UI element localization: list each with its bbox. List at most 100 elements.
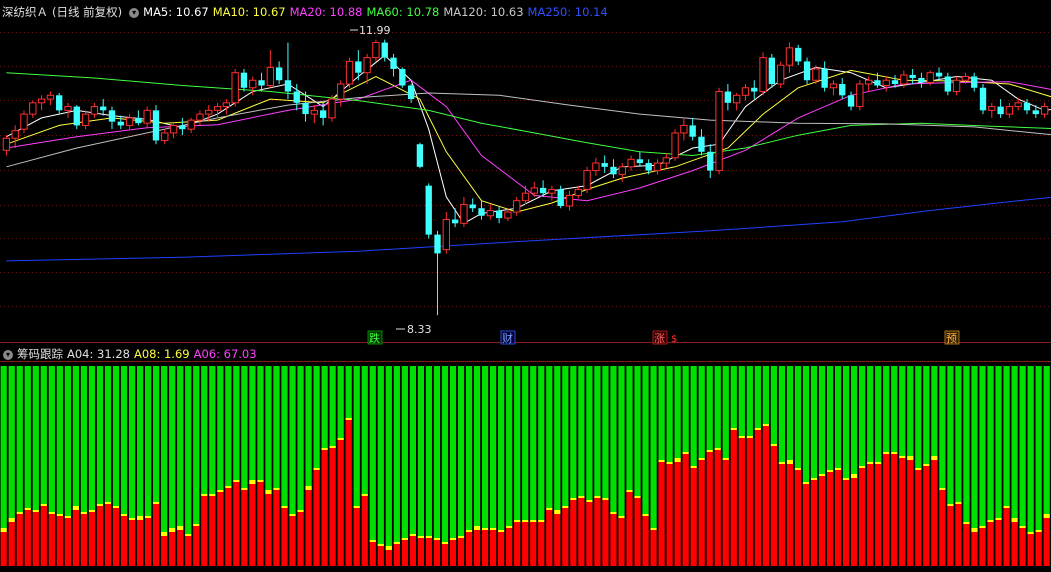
event-flag-finance[interactable]: 财 bbox=[500, 330, 516, 345]
chip-bar-green bbox=[883, 366, 890, 452]
chip-bar bbox=[249, 366, 256, 566]
candle bbox=[680, 117, 688, 141]
period-mode: (日线 前复权) bbox=[52, 5, 123, 19]
candle bbox=[64, 102, 72, 118]
chip-bar bbox=[153, 366, 160, 566]
event-flag-rise[interactable]: 涨 $ bbox=[652, 330, 677, 345]
candle-body bbox=[513, 200, 521, 213]
chip-bar-yellow bbox=[818, 474, 826, 476]
chip-bar-yellow bbox=[859, 466, 866, 468]
chip-bar-green bbox=[1019, 366, 1026, 526]
candle-body bbox=[328, 98, 336, 119]
chip-bar-green bbox=[554, 366, 561, 510]
chip-bar-green bbox=[128, 366, 136, 518]
chip-bar-yellow bbox=[634, 496, 641, 498]
event-flag-forecast[interactable]: 预 bbox=[944, 330, 960, 345]
chip-bar bbox=[16, 366, 23, 566]
chip-bar-red bbox=[297, 512, 304, 566]
candle bbox=[1023, 99, 1031, 115]
chip-bar-yellow bbox=[690, 466, 697, 468]
price-gridlines bbox=[0, 32, 1051, 307]
chip-bar-green bbox=[48, 366, 55, 512]
chip-bar-green bbox=[185, 366, 192, 534]
chip-bar bbox=[48, 366, 55, 566]
candle-body bbox=[715, 91, 723, 172]
candle bbox=[108, 106, 116, 130]
chip-bar-yellow bbox=[843, 478, 850, 480]
candlesticks[interactable] bbox=[2, 39, 1049, 316]
chevron-down-icon[interactable]: ▾ bbox=[3, 349, 13, 360]
chip-bar-green bbox=[666, 366, 673, 462]
chip-bar-yellow bbox=[161, 532, 168, 536]
chip-bar-yellow bbox=[554, 510, 561, 514]
chip-bar-yellow bbox=[337, 438, 344, 440]
chip-bar-red bbox=[80, 514, 88, 566]
candle bbox=[1014, 97, 1022, 111]
chip-bar-red bbox=[409, 536, 416, 566]
chip-bar-yellow bbox=[8, 518, 15, 522]
candle-body bbox=[100, 106, 107, 111]
chip-bar-green bbox=[433, 366, 441, 538]
chip-bar bbox=[578, 366, 585, 566]
candle-body bbox=[302, 102, 309, 115]
chip-bar-red bbox=[851, 478, 858, 566]
chip-bar-green bbox=[995, 366, 1002, 518]
chip-bar-red bbox=[64, 518, 72, 566]
candle-body bbox=[874, 80, 881, 86]
chip-bar-yellow bbox=[530, 520, 537, 522]
chip-bar-red bbox=[1003, 508, 1010, 566]
chip-bar-yellow bbox=[602, 498, 609, 500]
chip-bar-yellow bbox=[225, 486, 232, 488]
chip-bar-yellow bbox=[1011, 518, 1018, 522]
chip-bar bbox=[834, 366, 842, 566]
candle-body bbox=[1005, 106, 1014, 115]
chip-bar-green bbox=[522, 366, 529, 520]
chip-bar bbox=[554, 366, 561, 566]
candle bbox=[135, 110, 142, 126]
chip-bar bbox=[746, 366, 753, 566]
chip-bar-red bbox=[0, 532, 7, 566]
chip-bar-green bbox=[899, 366, 906, 456]
chip-bar-green bbox=[289, 366, 296, 514]
chip-bar-red bbox=[233, 482, 240, 566]
chip-bar-green bbox=[201, 366, 208, 494]
candle-body bbox=[1014, 102, 1022, 108]
chip-bar-yellow bbox=[570, 498, 577, 500]
chip-bar bbox=[594, 366, 601, 566]
chip-bar-red bbox=[369, 542, 376, 566]
chip-bar-red bbox=[674, 462, 681, 566]
chevron-down-icon[interactable]: ▾ bbox=[129, 7, 140, 18]
chip-bar bbox=[96, 366, 104, 566]
chip-bar-yellow bbox=[297, 510, 304, 512]
candle-body bbox=[478, 208, 485, 216]
candle-body bbox=[222, 102, 231, 108]
chip-bar bbox=[128, 366, 136, 566]
chip-bar-red bbox=[698, 460, 705, 566]
chip-bar-yellow bbox=[1003, 506, 1010, 508]
candle bbox=[29, 100, 37, 118]
chip-bars[interactable] bbox=[0, 366, 1050, 566]
candle-body bbox=[759, 57, 767, 93]
chip-bar bbox=[80, 366, 88, 566]
chip-bar bbox=[931, 366, 938, 566]
candle bbox=[213, 102, 222, 118]
chip-bar-yellow bbox=[16, 512, 23, 514]
stock-name: 深纺织Ａ bbox=[2, 5, 48, 19]
a08-value: A08: 1.69 bbox=[133, 347, 190, 361]
event-flag-fall[interactable]: 跌 bbox=[367, 330, 383, 345]
candle bbox=[979, 84, 987, 115]
chip-bar-yellow bbox=[594, 496, 601, 498]
candle-body bbox=[856, 83, 864, 108]
candle bbox=[478, 200, 485, 220]
chip-bar bbox=[851, 366, 858, 566]
chip-bar-yellow bbox=[233, 480, 240, 482]
chip-bar bbox=[169, 366, 176, 566]
chip-bar bbox=[1019, 366, 1026, 566]
chip-bar-red bbox=[1035, 532, 1042, 566]
candle bbox=[662, 153, 670, 169]
chip-bar-green bbox=[674, 366, 681, 458]
chip-bar-green bbox=[80, 366, 88, 512]
chart-canvas[interactable]: 11.99 8.33 跌 财 涨 $ 预 bbox=[0, 0, 1051, 572]
chip-bar-yellow bbox=[586, 500, 593, 502]
chip-bar-green bbox=[963, 366, 970, 522]
